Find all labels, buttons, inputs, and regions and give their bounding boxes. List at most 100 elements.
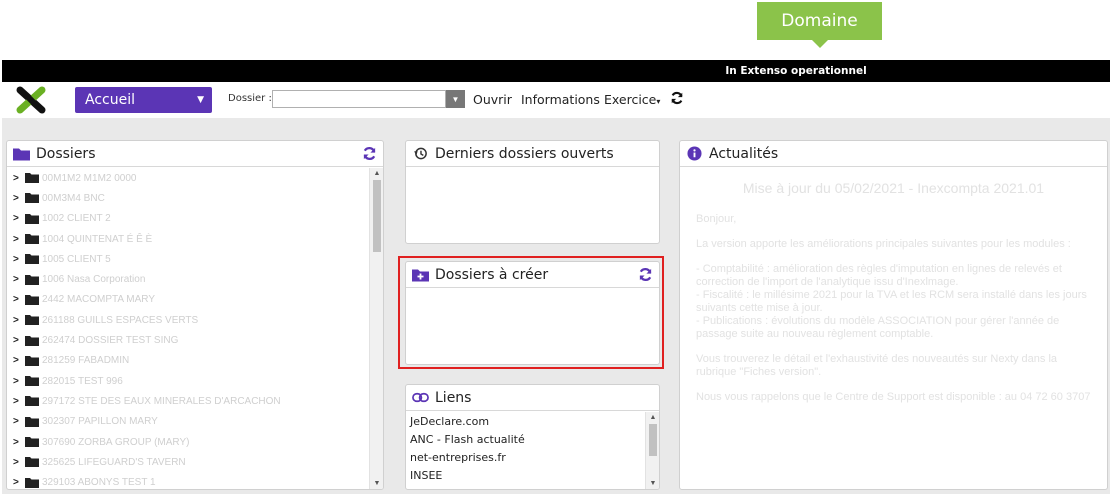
chevron-right-icon[interactable]: > [13,193,25,204]
caret-down-icon: ▼ [451,94,460,104]
dossier-tree-item[interactable]: >1002 CLIENT 2 [7,209,369,229]
dossier-tree-item[interactable]: >282015 TEST 996 [7,371,369,391]
menu-ouvrir[interactable]: Ouvrir [473,92,512,107]
tooltip-arrow [812,40,828,48]
lien-item[interactable]: JeDeclare.com [406,412,645,430]
folder-icon [13,148,30,161]
chevron-right-icon[interactable]: > [13,173,25,184]
news-greeting: Bonjour, [696,213,737,225]
chevron-right-icon[interactable]: > [13,437,25,448]
chevron-right-icon[interactable]: > [13,416,25,427]
folder-icon [25,213,39,224]
dossier-name: 1005 CLIENT 5 [42,253,111,265]
folder-icon [25,254,39,265]
menu-informations[interactable]: Informations [521,92,600,107]
liens-scrollbar[interactable]: ▲ ▼ [645,412,659,489]
actualites-header: Actualités [680,141,1107,167]
chevron-right-icon[interactable]: > [13,355,25,366]
dossiers-panel: Dossiers >00M1M2 M1M2 0000 >00M3M4 BNC >10… [6,140,384,490]
scroll-thumb[interactable] [373,180,381,252]
liens-panel: Liens JeDeclare.com ANC - Flash actualité… [405,384,660,490]
app-logo-icon[interactable] [16,86,46,114]
dossier-tree-item[interactable]: >1004 QUINTENAT É Ê È [7,229,369,249]
dossier-tree-item[interactable]: >325625 LIFEGUARD'S TAVERN [7,452,369,472]
chevron-right-icon[interactable]: > [13,376,25,387]
folder-icon [25,396,39,407]
scroll-thumb[interactable] [649,424,657,456]
dossier-name: 1004 QUINTENAT É Ê È [42,233,153,245]
chevron-right-icon[interactable]: > [13,234,25,245]
dossier-tree-item[interactable]: >00M3M4 BNC [7,188,369,208]
dossier-dropdown-button[interactable]: ▼ [446,90,465,108]
news-details: Vous trouverez le détail et l'exhaustivi… [696,353,1058,378]
dossier-name: 307690 ZORBA GROUP (MARY) [42,436,190,448]
chevron-right-icon[interactable]: > [13,294,25,305]
dossier-tree-item[interactable]: >261188 GUILLS ESPACES VERTS [7,310,369,330]
dossiers-header: Dossiers [7,141,383,167]
domain-bar: In Extenso operationnel [2,60,1110,82]
chevron-right-icon[interactable]: > [13,274,25,285]
dossier-tree-item[interactable]: >297172 STE DES EAUX MINERALES D'ARCACHO… [7,391,369,411]
dossiers-scrollbar[interactable]: ▲ ▼ [369,168,383,489]
refresh-icon[interactable] [670,91,684,105]
folder-icon [25,193,39,204]
folder-icon [25,457,39,468]
chevron-right-icon[interactable]: > [13,315,25,326]
dossier-name: 00M1M2 M1M2 0000 [42,172,137,184]
chevron-right-icon[interactable]: > [13,254,25,265]
menu-exercice[interactable]: Exercice▾ [604,92,660,107]
dossier-name: 302307 PAPILLON MARY [42,416,158,428]
home-dropdown[interactable]: Accueil ▼ [75,87,212,113]
dossiers-tree: >00M1M2 M1M2 0000 >00M3M4 BNC >1002 CLIENT… [7,168,369,489]
dossier-tree-item[interactable]: >00M1M2 M1M2 0000 [7,168,369,188]
dossier-name: 325625 LIFEGUARD'S TAVERN [42,456,186,468]
domaine-label: Domaine [781,11,858,31]
chevron-right-icon[interactable]: > [13,335,25,346]
recent-dossiers-panel: Derniers dossiers ouverts [405,140,660,244]
news-bullet-compta: - Comptabilité : amélioration des règles… [696,263,1062,288]
scroll-down-icon[interactable]: ▼ [646,480,659,487]
chevron-right-icon[interactable]: > [13,457,25,468]
news-title: Mise à jour du 05/02/2021 - Inexcompta 2… [742,180,1045,196]
news-support: Nous vous rappelons que le Centre de Sup… [696,391,1091,403]
dossier-label: Dossier : [228,93,272,104]
dossier-tree-item[interactable]: >1006 Nasa Corporation [7,269,369,289]
chevron-right-icon[interactable]: > [13,396,25,407]
actualites-panel: Actualités Mise à jour du 05/02/2021 - I… [679,140,1108,490]
chevron-right-icon[interactable]: > [13,477,25,488]
dossier-tree-item[interactable]: >1005 CLIENT 5 [7,249,369,269]
dossier-name: 261188 GUILLS ESPACES VERTS [42,314,199,326]
dossier-tree-item[interactable]: >281259 FABADMIN [7,351,369,371]
history-icon [413,147,427,160]
scroll-up-icon[interactable]: ▲ [646,414,659,421]
dossier-input[interactable] [272,90,446,108]
dossier-tree-item[interactable]: >329103 ABONYS TEST 1 [7,472,369,489]
folder-icon [25,376,39,387]
folder-icon [25,477,39,488]
news-bullet-fiscalite: - Fiscalité : le millésime 2021 pour la … [696,289,1087,314]
dossier-name: 1002 CLIENT 2 [42,213,111,225]
domaine-tooltip: Domaine [757,2,882,40]
dossier-tree-item[interactable]: >307690 ZORBA GROUP (MARY) [7,432,369,452]
chevron-right-icon[interactable]: > [13,213,25,224]
dossier-name: 2442 MACOMPTA MARY [42,294,155,306]
dossier-name: 329103 ABONYS TEST 1 [42,477,156,489]
highlight-box [398,256,664,369]
scroll-up-icon[interactable]: ▲ [370,170,383,177]
dossier-tree-item[interactable]: >2442 MACOMPTA MARY [7,290,369,310]
lien-item[interactable]: INSEE [406,466,645,484]
dossier-tree-item[interactable]: >262474 DOSSIER TEST SING [7,330,369,350]
folder-icon [25,437,39,447]
dossiers-title: Dossiers [36,145,96,162]
news-content: Mise à jour du 05/02/2021 - Inexcompta 2… [680,168,1107,489]
dossier-name: 00M3M4 BNC [42,192,105,204]
folder-icon [25,335,39,346]
refresh-icon[interactable] [362,146,377,161]
scroll-down-icon[interactable]: ▼ [370,480,383,487]
caret-down-icon: ▼ [197,95,204,105]
caret-down-icon: ▾ [656,97,661,106]
lien-item[interactable]: net-entreprises.fr [406,448,645,466]
folder-icon [25,234,39,245]
dossier-tree-item[interactable]: >302307 PAPILLON MARY [7,412,369,432]
lien-item[interactable]: ANC - Flash actualité [406,430,645,448]
